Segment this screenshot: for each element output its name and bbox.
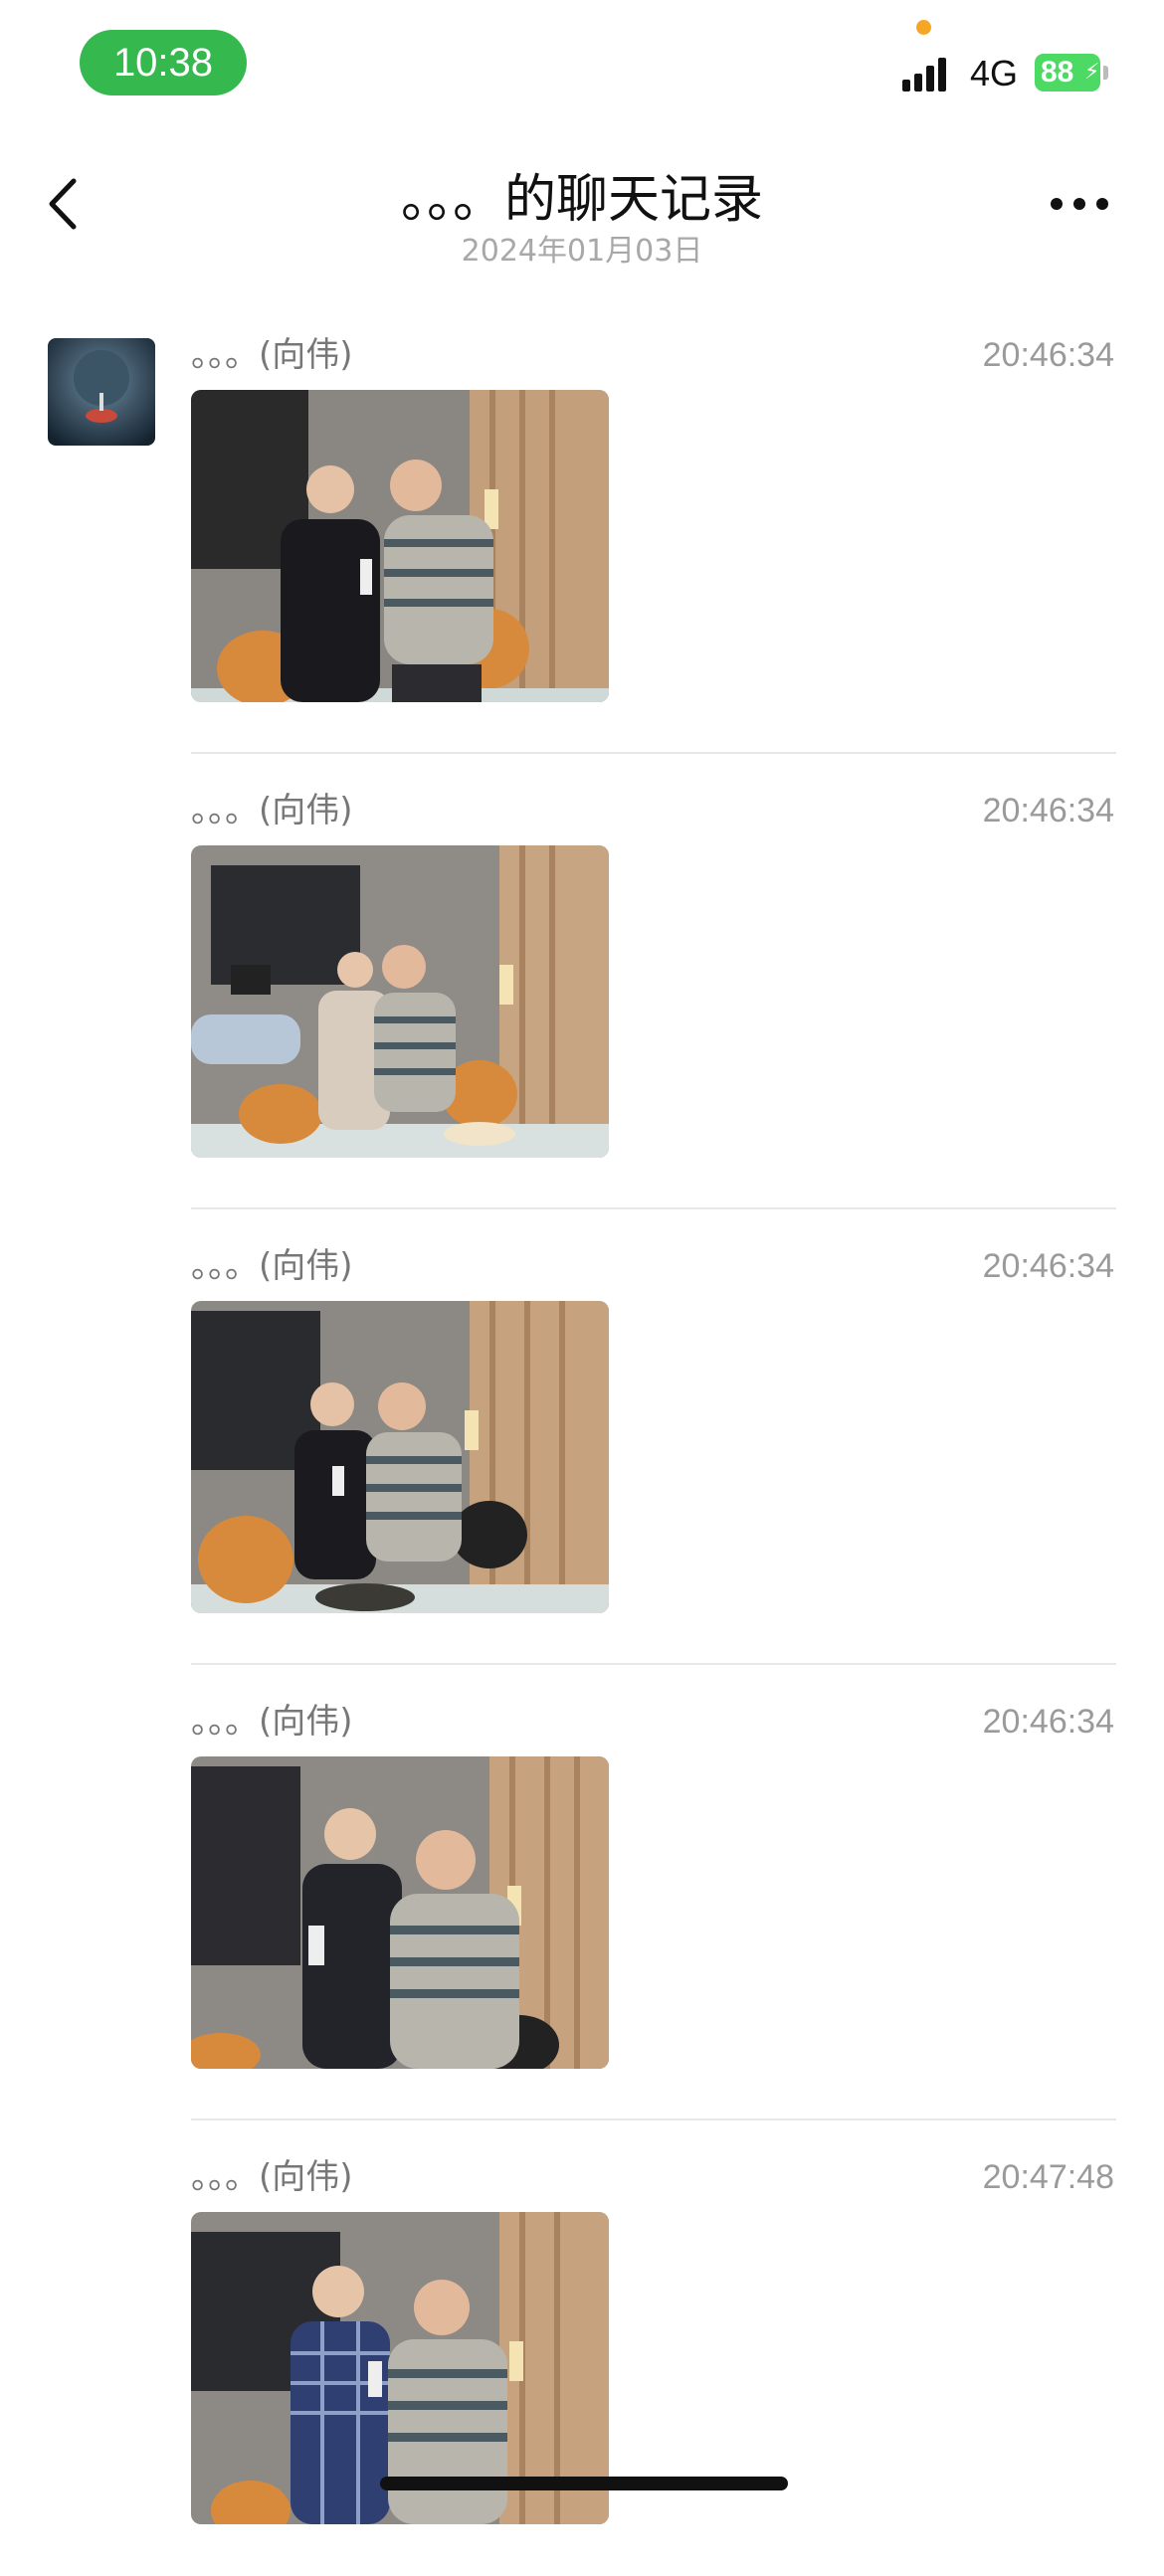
home-indicator[interactable]: [380, 2477, 788, 2490]
sender-name: 。。。(向伟): [191, 335, 353, 375]
battery-icon: 88 ⚡: [1035, 54, 1108, 92]
status-time: 10:38: [80, 30, 247, 95]
message-item: 。。。(向伟) 20:47:48: [0, 2120, 1164, 2576]
message-item: 。。。(向伟) 20:46:34: [0, 754, 1164, 1209]
page-title: 。。。的聊天记录: [400, 170, 763, 230]
message-photo[interactable]: [191, 390, 609, 702]
battery-cap: [1103, 66, 1108, 80]
signal-strength-icon: [902, 54, 956, 92]
message-time: 20:46:34: [982, 1247, 1114, 1285]
more-options-button[interactable]: [1045, 179, 1114, 229]
sender-name: 。。。(向伟): [191, 1702, 353, 1742]
charging-bolt-icon: ⚡: [1084, 60, 1100, 85]
network-type: 4G: [970, 53, 1019, 93]
sender-name: 。。。(向伟): [191, 2157, 353, 2197]
message-time: 20:46:34: [982, 336, 1114, 374]
message-item: 。。。(向伟) 20:46:34: [0, 1209, 1164, 1665]
message-photo[interactable]: [191, 1756, 609, 2069]
message-time: 20:46:34: [982, 792, 1114, 829]
message-item: 。。。(向伟) 20:46:34: [0, 298, 1164, 754]
page-subtitle-date: 2024年01月03日: [461, 234, 703, 269]
ellipsis-icon: [1051, 198, 1108, 210]
message-item: 。。。(向伟) 20:46:34: [0, 1665, 1164, 2120]
sender-name: 。。。(向伟): [191, 791, 353, 830]
sender-name: 。。。(向伟): [191, 1246, 353, 1286]
status-bar: 10:38 4G 88 ⚡: [0, 0, 1164, 129]
navigation-bar: 。。。的聊天记录 2024年01月03日: [0, 139, 1164, 278]
avatar[interactable]: [48, 338, 155, 446]
message-photo[interactable]: [191, 845, 609, 1158]
message-photo[interactable]: [191, 1301, 609, 1613]
message-time: 20:47:48: [982, 2158, 1114, 2196]
chat-history-list[interactable]: 。。。(向伟) 20:46:34 。。。(向伟) 20:46:34 。。。(向伟…: [0, 298, 1164, 2576]
privacy-indicator-dot: [916, 20, 931, 35]
message-time: 20:46:34: [982, 1703, 1114, 1741]
